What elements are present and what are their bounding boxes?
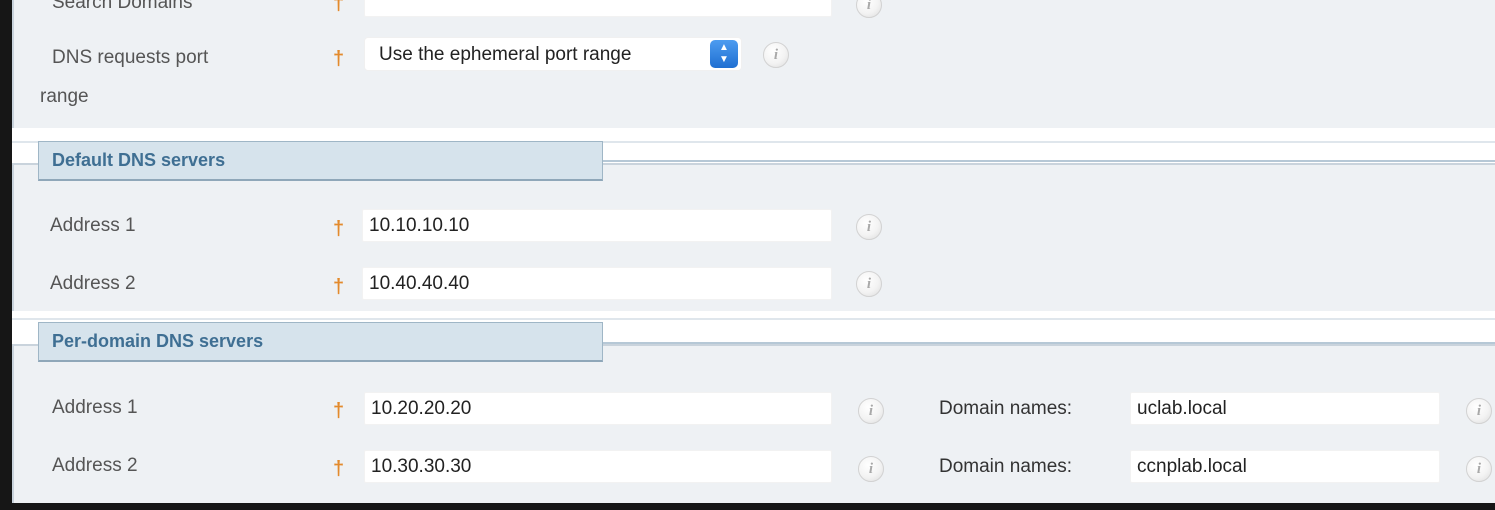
info-icon[interactable]: i [856,271,882,297]
required-marker-icon: † [333,218,345,240]
default-address2-label: Address 2 [50,273,136,294]
default-dns-section-title: Default DNS servers [38,141,603,181]
window-frame-left [0,0,12,510]
search-domains-input[interactable] [364,0,832,17]
per-domain-dns-section-title: Per-domain DNS servers [38,322,603,362]
required-marker-icon: † [333,458,345,480]
domain-names2-label: Domain names: [939,456,1073,477]
per-domain-address1-label: Address 1 [52,397,138,418]
window-frame-bottom [0,503,1495,510]
port-range-label-wrap: range [40,86,89,107]
port-range-select[interactable]: Use the ephemeral port range [364,37,742,71]
search-domains-label: Search Domains [52,0,193,13]
default-address1-label: Address 1 [50,215,136,236]
divider [12,318,1495,320]
general-dns-panel [12,0,1495,128]
info-icon[interactable]: i [1466,456,1492,482]
section-divider [603,160,1495,162]
required-marker-icon: † [333,276,345,298]
default-address2-input[interactable] [362,267,832,300]
info-icon[interactable]: i [763,42,789,68]
info-icon[interactable]: i [856,214,882,240]
required-marker-icon: † [333,48,345,70]
default-address1-input[interactable] [362,209,832,242]
per-domain-address2-label: Address 2 [52,455,138,476]
section-divider [603,342,1495,344]
per-domain-address2-input[interactable] [364,450,832,483]
domain-names1-input[interactable] [1130,392,1440,425]
info-icon[interactable]: i [858,398,884,424]
per-domain-address1-input[interactable] [364,392,832,425]
port-range-select-value: Use the ephemeral port range [379,44,632,65]
info-icon[interactable]: i [1466,398,1492,424]
domain-names2-input[interactable] [1130,450,1440,483]
info-icon[interactable]: i [858,456,884,482]
required-marker-icon: † [333,0,345,15]
domain-names1-label: Domain names: [939,398,1073,419]
select-arrows-icon[interactable]: ▲ ▼ [710,40,738,68]
required-marker-icon: † [333,400,345,422]
port-range-label: DNS requests port [52,47,209,68]
